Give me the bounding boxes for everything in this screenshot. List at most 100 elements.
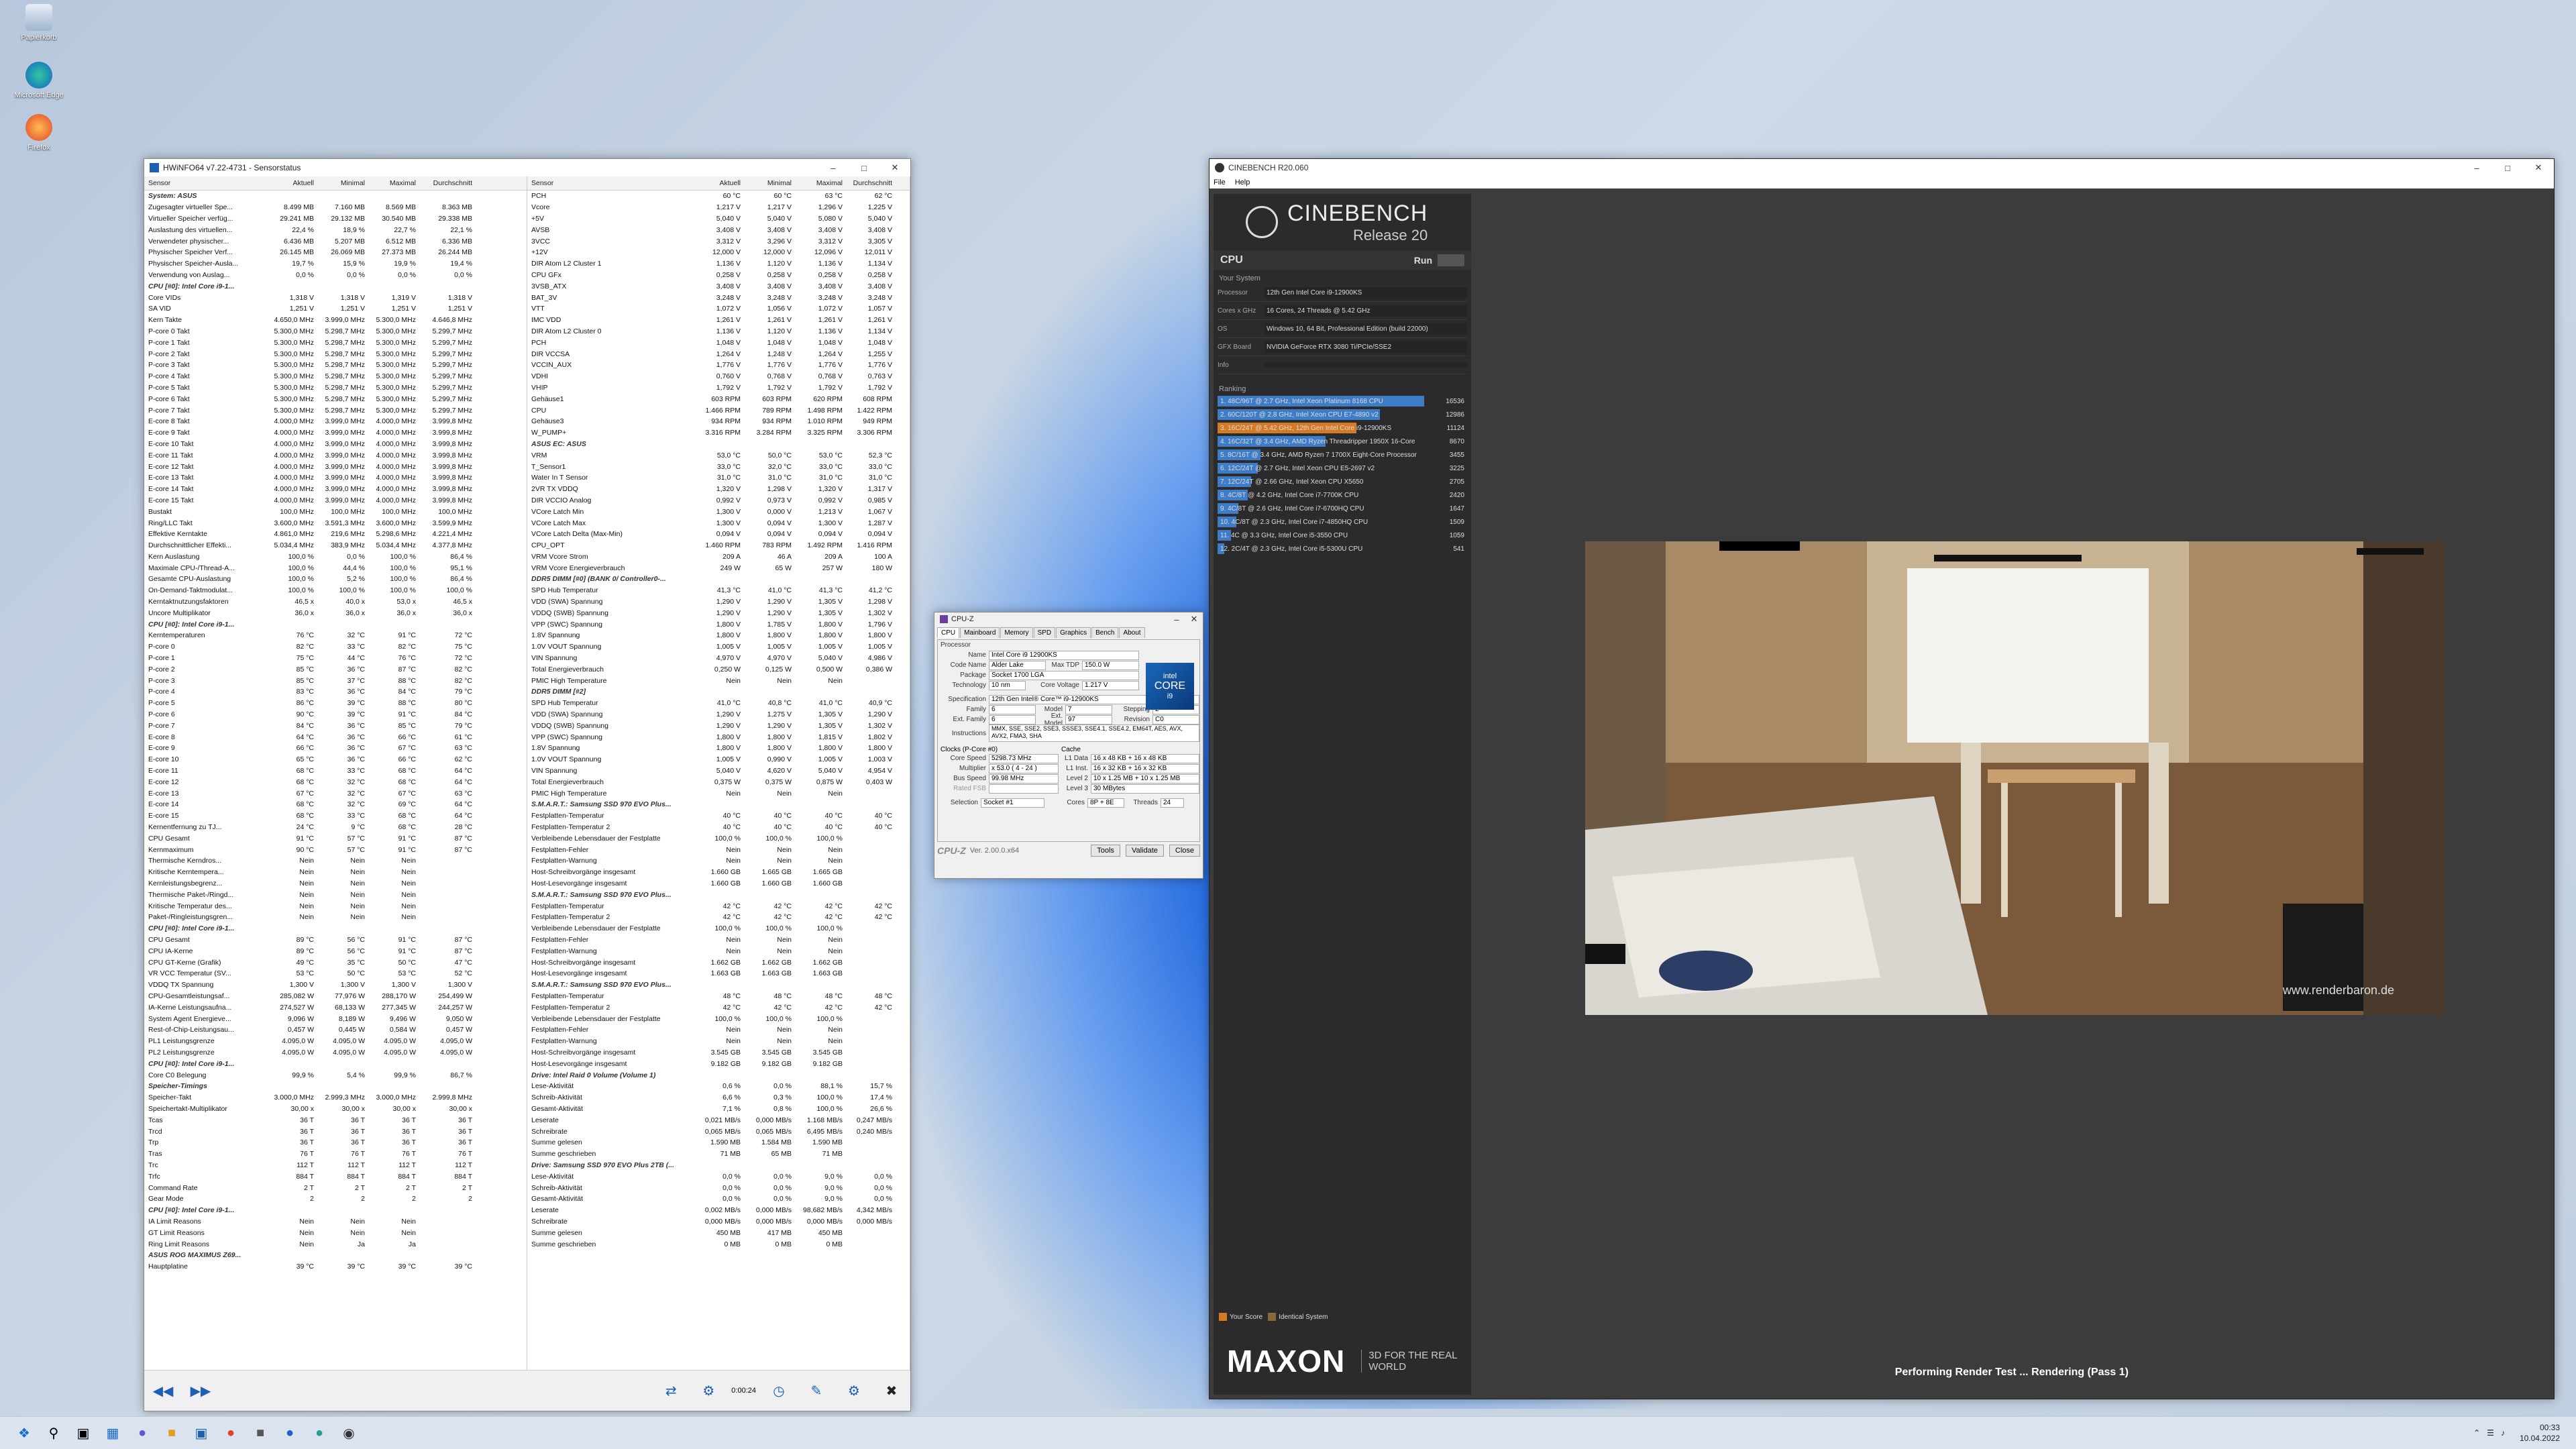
close-sensors-icon[interactable]: ✖ [877, 1377, 906, 1404]
minimize-button[interactable]: – [1168, 612, 1185, 626]
sensor-row[interactable]: VHIP 1,792 V 1,792 V 1,792 V 1,792 V [527, 382, 910, 394]
app-taskbar-icon[interactable]: ● [306, 1419, 333, 1446]
sensor-row[interactable]: Maximale CPU-/Thread-A... 100,0 % 44,4 % 10… [144, 562, 527, 574]
sensor-row[interactable]: VPP (SWC) Spannung 1,800 V 1,800 V 1,815 V 1… [527, 731, 910, 743]
sensor-group-header[interactable]: System: ASUS [144, 191, 527, 202]
sensor-row[interactable]: Lese-Aktivität 0,6 % 0,0 % 88,1 % 15,7 % [527, 1081, 910, 1092]
sensor-row[interactable]: Lese-Aktivität 0,0 % 0,0 % 9,0 % 0,0 % [527, 1171, 910, 1182]
sensor-row[interactable]: Festplatten-Fehler Nein Nein Nein [527, 844, 910, 855]
sensor-group-header[interactable]: CPU [#0]: Intel Core i9-1... [144, 923, 527, 934]
desktop-icon-edge[interactable]: Microsoft Edge [9, 62, 68, 99]
sensor-row[interactable]: Paket-/Ringleistungsgren... Nein Nein Nein [144, 912, 527, 923]
sensor-row[interactable]: On-Demand-Taktmodulat... 100,0 % 100,0 % 10… [144, 585, 527, 596]
sensor-row[interactable]: VCCIN_AUX 1,776 V 1,776 V 1,776 V 1,776 V [527, 360, 910, 371]
sensor-row[interactable]: Trcd 36 T 36 T 36 T 36 T [144, 1126, 527, 1137]
ranking-row[interactable]: 5. 8C/16T @ 3.4 GHz, AMD Ryzen 7 1700X E… [1218, 448, 1467, 462]
sensor-row[interactable]: CPU GFx 0,258 V 0,258 V 0,258 V 0,258 V [527, 270, 910, 281]
sensor-row[interactable]: Physischer Speicher Verf... 26.145 MB 26.0… [144, 247, 527, 258]
sensor-row[interactable]: E-core 11 Takt 4.000,0 MHz 3.999,0 MHz 4.00… [144, 449, 527, 461]
sensor-row[interactable]: W_PUMP+ 3.316 RPM 3.284 RPM 3.325 RPM 3.306 … [527, 427, 910, 439]
menu-help[interactable]: Help [1235, 178, 1250, 186]
sensor-row[interactable]: Auslastung des virtuellen... 22,4 % 18,9 %… [144, 224, 527, 235]
cpuz-titlebar[interactable]: CPU-Z – ✕ [934, 612, 1203, 626]
sensor-pane-right[interactable]: Sensor Aktuell Minimal Maximal Durchschn… [527, 176, 910, 1371]
settings-icon[interactable]: ⚙ [694, 1377, 723, 1404]
sensor-row[interactable]: CPU Gesamt 89 °C 56 °C 91 °C 87 °C [144, 934, 527, 946]
sensor-row[interactable]: P-core 1 75 °C 44 °C 76 °C 72 °C [144, 653, 527, 664]
sensor-row[interactable]: DIR VCCSA 1,264 V 1,248 V 1,264 V 1,255 V [527, 348, 910, 360]
sensor-group-header[interactable]: DDR5 DIMM [#0] (BANK 0/ Controller0-... [527, 574, 910, 585]
sensor-row[interactable]: 1.8V Spannung 1,800 V 1,800 V 1,800 V 1,800 … [527, 630, 910, 641]
sensor-row[interactable]: Kern Takte 4.650,0 MHz 3.999,0 MHz 5.300,0 … [144, 315, 527, 326]
network-tray-icon[interactable]: ☰ [2487, 1428, 2494, 1438]
sensor-row[interactable]: Trfc 884 T 884 T 884 T 884 T [144, 1171, 527, 1182]
ranking-row[interactable]: 9. 4C/8T @ 2.6 GHz, Intel Core i7-6700HQ… [1218, 502, 1467, 515]
header-current[interactable]: Aktuell [692, 179, 743, 187]
sensor-row[interactable]: VCore Latch Max 1,300 V 0,094 V 1,300 V 1,28… [527, 517, 910, 529]
sensor-row[interactable]: Kritische Temperatur des... Nein Nein Nein [144, 900, 527, 912]
sensor-row[interactable]: VPP (SWC) Spannung 1,800 V 1,785 V 1,800 V 1… [527, 619, 910, 630]
sensor-row[interactable]: VCore Latch Delta (Max-Min) 0,094 V 0,094 … [527, 529, 910, 540]
sensor-row[interactable]: AVSB 3,408 V 3,408 V 3,408 V 3,408 V [527, 224, 910, 235]
sensor-row[interactable]: DIR Atom L2 Cluster 0 1,136 V 1,120 V 1,136… [527, 326, 910, 337]
validate-button[interactable]: Validate [1125, 845, 1164, 857]
sensor-row[interactable]: Effektive Kerntakte 4.861,0 MHz 219,6 MHz 5… [144, 529, 527, 540]
sensor-row[interactable]: E-core 10 Takt 4.000,0 MHz 3.999,0 MHz 4.00… [144, 439, 527, 450]
sensor-row[interactable]: Verbleibende Lebensdauer der Festplatte 1… [527, 1013, 910, 1024]
gear-icon[interactable]: ⚙ [839, 1377, 869, 1404]
sensor-row[interactable]: P-core 0 Takt 5.300,0 MHz 5.298,7 MHz 5.300… [144, 326, 527, 337]
cpuz-taskbar-icon[interactable]: ■ [247, 1419, 274, 1446]
sensor-row[interactable]: E-core 15 68 °C 33 °C 68 °C 64 °C [144, 810, 527, 822]
sensor-row[interactable]: Kernentfernung zu TJ... 24 °C 9 °C 68 °C 28 … [144, 822, 527, 833]
sensor-row[interactable]: Tcas 36 T 36 T 36 T 36 T [144, 1114, 527, 1126]
sensor-row[interactable]: Leserate 0,002 MB/s 0,000 MB/s 98,682 MB/s 4… [527, 1205, 910, 1216]
sensor-row[interactable]: CPU 1.466 RPM 789 RPM 1.498 RPM 1.422 RPM [527, 405, 910, 416]
tab-memory[interactable]: Memory [1000, 627, 1033, 638]
sensor-row[interactable]: Summe gelesen 450 MB 417 MB 450 MB [527, 1227, 910, 1238]
edge-taskbar-icon[interactable]: ● [276, 1419, 303, 1446]
sensor-row[interactable]: Festplatten-Temperatur 2 40 °C 40 °C 40 °C 4… [527, 822, 910, 833]
tab-about[interactable]: About [1119, 627, 1145, 638]
header-sensor[interactable]: Sensor [144, 179, 266, 187]
sensor-row[interactable]: BAT_3V 3,248 V 3,248 V 3,248 V 3,248 V [527, 292, 910, 303]
sensor-row[interactable]: P-core 2 Takt 5.300,0 MHz 5.298,7 MHz 5.300… [144, 348, 527, 360]
sensor-row[interactable]: VDD (SWA) Spannung 1,290 V 1,290 V 1,305 V 1… [527, 596, 910, 608]
sensor-row[interactable]: SPD Hub Temperatur 41,3 °C 41,0 °C 41,3 °C 4… [527, 585, 910, 596]
sensor-group-header[interactable]: S.M.A.R.T.: Samsung SSD 970 EVO Plus... [527, 889, 910, 900]
sensor-row[interactable]: Festplatten-Temperatur 42 °C 42 °C 42 °C 42 … [527, 900, 910, 912]
sensor-row[interactable]: P-core 4 83 °C 36 °C 84 °C 79 °C [144, 686, 527, 698]
sensor-row[interactable]: VIN Spannung 4,970 V 4,970 V 5,040 V 4,986 V [527, 653, 910, 664]
sensor-row[interactable]: Thermische Paket-/Ringd... Nein Nein Nein [144, 889, 527, 900]
sensor-row[interactable]: E-core 12 68 °C 32 °C 68 °C 64 °C [144, 776, 527, 788]
sensor-row[interactable]: Host-Lesevorgänge insgesamt 1.663 GB 1.663… [527, 968, 910, 979]
sensor-row[interactable]: Bustakt 100,0 MHz 100,0 MHz 100,0 MHz 100,0 … [144, 506, 527, 517]
sensor-row[interactable]: Zugesagter virtueller Spe... 8.499 MB 7.16… [144, 202, 527, 213]
ranking-row[interactable]: 3. 16C/24T @ 5.42 GHz, 12th Gen Intel Co… [1218, 421, 1467, 435]
sensor-row[interactable]: Schreib-Aktivität 6,6 % 0,3 % 100,0 % 17,4 % [527, 1092, 910, 1104]
sensor-row[interactable]: +12V 12,000 V 12,000 V 12,096 V 12,011 V [527, 247, 910, 258]
tab-bench[interactable]: Bench [1091, 627, 1119, 638]
clock-icon[interactable]: ◷ [764, 1377, 794, 1404]
sensor-row[interactable]: Festplatten-Temperatur 2 42 °C 42 °C 42 °C 4… [527, 912, 910, 923]
sensor-row[interactable]: Leserate 0,021 MB/s 0,000 MB/s 1.168 MB/s 0,… [527, 1114, 910, 1126]
minimize-button[interactable]: – [2461, 159, 2492, 176]
volume-icon[interactable]: ♪ [2501, 1428, 2505, 1438]
sensor-pane-left[interactable]: Sensor Aktuell Minimal Maximal Durchschn… [144, 176, 527, 1371]
sensor-group-header[interactable]: ASUS EC: ASUS [527, 439, 910, 450]
sensor-row[interactable]: Festplatten-Fehler Nein Nein Nein [527, 1024, 910, 1036]
sensor-row[interactable]: IMC VDD 1,261 V 1,261 V 1,261 V 1,261 V [527, 315, 910, 326]
sensor-row[interactable]: VRM 53,0 °C 50,0 °C 53,0 °C 52,3 °C [527, 449, 910, 461]
sensor-row[interactable]: PMIC High Temperature Nein Nein Nein [527, 675, 910, 686]
sensor-row[interactable]: Core VIDs 1,318 V 1,318 V 1,319 V 1,318 V [144, 292, 527, 303]
sensor-row[interactable]: GT Limit Reasons Nein Nein Nein [144, 1227, 527, 1238]
ranking-row[interactable]: 11. 4C @ 3.3 GHz, Intel Core i5-3550 CPU… [1218, 529, 1467, 542]
sensor-row[interactable]: Summe geschrieben 71 MB 65 MB 71 MB [527, 1148, 910, 1160]
sensor-row[interactable]: E-core 13 Takt 4.000,0 MHz 3.999,0 MHz 4.00… [144, 472, 527, 484]
sensor-row[interactable]: P-core 6 Takt 5.300,0 MHz 5.298,7 MHz 5.300… [144, 393, 527, 405]
maximize-button[interactable]: □ [849, 159, 879, 176]
taskbar-clock[interactable]: 00:33 10.04.2022 [2520, 1422, 2560, 1444]
header-max[interactable]: Maximal [368, 179, 419, 187]
search-icon[interactable]: ⚲ [40, 1419, 67, 1446]
sensor-row[interactable]: E-core 14 Takt 4.000,0 MHz 3.999,0 MHz 4.00… [144, 484, 527, 495]
sensor-row[interactable]: Schreibrate 0,065 MB/s 0,065 MB/s 6,495 MB/… [527, 1126, 910, 1137]
